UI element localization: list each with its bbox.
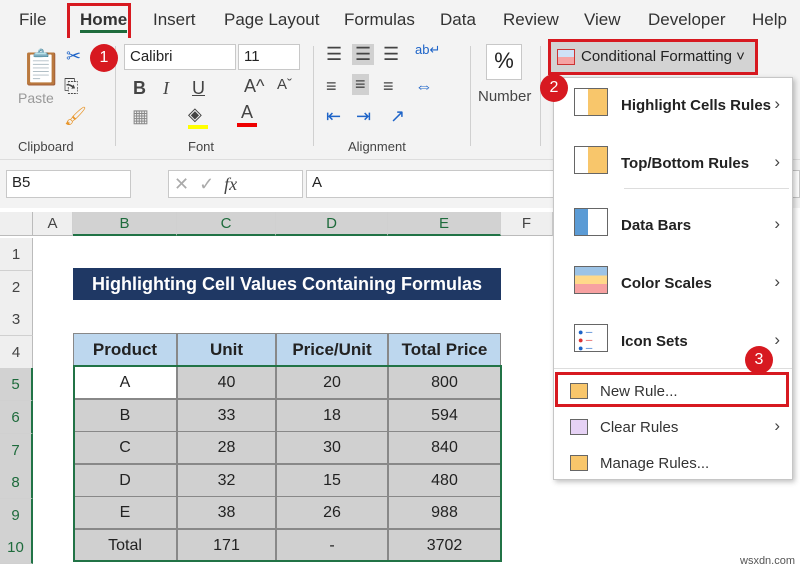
cut-icon[interactable]: ✂ (66, 46, 81, 67)
tab-page-layout[interactable]: Page Layout (224, 10, 319, 30)
column-header[interactable]: B (73, 212, 177, 236)
manage-rules-icon (570, 455, 588, 471)
tab-view[interactable]: View (584, 10, 621, 30)
font-color-icon[interactable]: A (237, 102, 257, 127)
row-header[interactable]: 6 (0, 401, 33, 434)
row-header[interactable]: 1 (0, 238, 33, 271)
wrap-text-icon[interactable]: ab↵ (415, 42, 440, 58)
conditional-formatting-menu: Highlight Cells Rules› Top/Bottom Rules›… (553, 77, 793, 480)
tab-formulas[interactable]: Formulas (344, 10, 415, 30)
watermark: wsxdn.com (740, 555, 795, 567)
row-header[interactable]: 9 (0, 499, 33, 532)
align-top-icon[interactable]: ☰ (326, 44, 342, 65)
paste-button[interactable]: Paste (18, 90, 54, 106)
group-font: Font (188, 139, 214, 154)
step-badge-2: 2 (540, 74, 568, 102)
underline-button[interactable]: U (192, 78, 205, 99)
tab-review[interactable]: Review (503, 10, 559, 30)
column-header[interactable]: A (33, 212, 73, 236)
column-header[interactable]: E (388, 212, 501, 236)
fx-icon[interactable]: fx (224, 174, 237, 194)
format-painter-icon[interactable]: 🖌 (64, 106, 87, 127)
column-header[interactable]: F (501, 212, 553, 236)
clear-rules-icon (570, 419, 588, 435)
row-header[interactable]: 7 (0, 434, 33, 467)
highlight-conditional-formatting (548, 39, 758, 75)
tab-data[interactable]: Data (440, 10, 476, 30)
italic-button[interactable]: I (163, 78, 169, 99)
grow-font-button[interactable]: A^ (244, 76, 264, 97)
row-header[interactable]: 5 (0, 368, 33, 401)
highlight-cells-icon (574, 88, 608, 116)
tab-file[interactable]: File (19, 10, 46, 30)
align-right-icon[interactable]: ≡ (383, 76, 394, 97)
row-header[interactable]: 10 (0, 531, 33, 564)
menu-manage-rules[interactable]: Manage Rules... (554, 450, 792, 478)
copy-icon[interactable]: ⎘ (64, 76, 78, 97)
group-clipboard: Clipboard (18, 139, 74, 154)
borders-icon[interactable]: ▦ (132, 106, 149, 127)
font-size-select[interactable]: 11 (238, 44, 300, 70)
number-button[interactable]: Number (478, 88, 531, 105)
top-bottom-icon (574, 146, 608, 174)
step-badge-3: 3 (745, 346, 773, 374)
decrease-indent-icon[interactable]: ⇤ (326, 106, 341, 127)
column-header[interactable]: C (177, 212, 276, 236)
table-header-cell[interactable]: Product (73, 333, 177, 366)
fill-color-icon[interactable]: ◈ (188, 104, 208, 129)
table-header-cell[interactable]: Unit (177, 333, 276, 366)
tab-developer[interactable]: Developer (648, 10, 726, 30)
group-alignment: Alignment (348, 139, 406, 154)
select-all-button[interactable] (0, 212, 33, 236)
selection-range (73, 365, 502, 562)
step-badge-1: 1 (90, 44, 118, 72)
merge-center-icon[interactable]: ⇔ (415, 76, 433, 97)
color-scales-icon (574, 266, 608, 294)
sheet-title[interactable]: Highlighting Cell Values Containing Form… (73, 268, 501, 300)
row-header[interactable]: 8 (0, 466, 33, 499)
increase-indent-icon[interactable]: ⇥ (356, 106, 371, 127)
formula-buttons: ✕ ✓ fx (168, 170, 303, 198)
menu-highlight-cells-rules[interactable]: Highlight Cells Rules› (554, 88, 792, 122)
orientation-icon[interactable]: ↗ (390, 106, 405, 127)
tab-help[interactable]: Help (752, 10, 787, 30)
row-header[interactable]: 3 (0, 303, 33, 336)
align-center-icon[interactable]: ≡ (352, 74, 369, 95)
row-header[interactable]: 2 (0, 271, 33, 304)
menu-clear-rules[interactable]: Clear Rules› (554, 414, 792, 442)
align-middle-icon[interactable]: ☰ (352, 44, 374, 65)
data-bars-icon (574, 208, 608, 236)
menu-data-bars[interactable]: Data Bars› (554, 208, 792, 242)
shrink-font-button[interactable]: Aˇ (277, 76, 292, 93)
highlight-new-rule (555, 372, 789, 407)
row-header[interactable]: 4 (0, 336, 33, 369)
menu-top-bottom-rules[interactable]: Top/Bottom Rules› (554, 146, 792, 180)
table-header-cell[interactable]: Total Price (388, 333, 501, 366)
align-bottom-icon[interactable]: ☰ (383, 44, 399, 65)
align-left-icon[interactable]: ≡ (326, 76, 337, 97)
number-format-icon[interactable]: % (486, 44, 522, 80)
name-box[interactable]: B5 (6, 170, 131, 198)
bold-button[interactable]: B (133, 78, 146, 99)
font-name-select[interactable]: Calibri (124, 44, 236, 70)
paste-icon[interactable]: 📋 (20, 48, 62, 88)
table-header-cell[interactable]: Price/Unit (276, 333, 388, 366)
menu-color-scales[interactable]: Color Scales› (554, 266, 792, 300)
tab-insert[interactable]: Insert (153, 10, 196, 30)
column-header[interactable]: D (276, 212, 388, 236)
